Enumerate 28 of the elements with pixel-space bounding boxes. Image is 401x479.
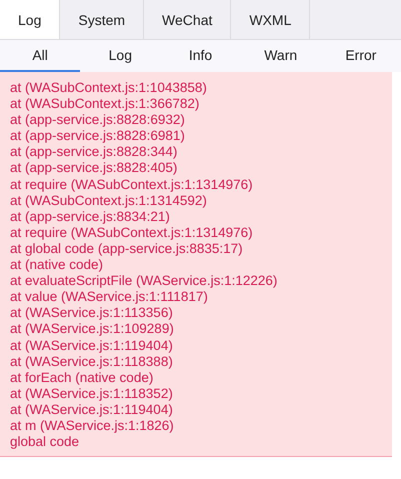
log-line: at m (WAService.js:1:1826) (10, 418, 175, 434)
filter-tab[interactable]: Error (320, 40, 401, 72)
log-line: at (app-service.js:8834:21) (10, 208, 171, 225)
log-line: at (WASubContext.js:1:1314592) (10, 192, 208, 209)
log-line: global code (10, 434, 80, 450)
filter-tab[interactable]: Log (80, 40, 160, 72)
log-line: at value (WAService.js:1:111817) (10, 289, 209, 306)
log-line: at (WAService.js:1:109289) (10, 321, 175, 338)
log-line: at forEach (native code) (10, 370, 154, 386)
log-line: at (WAService.js:1:118388) (10, 354, 174, 370)
log-line: at (app-service.js:8828:344) (10, 144, 178, 160)
log-line: at global code (app-service.js:8835:17) (10, 240, 244, 258)
log-line: at (WAService.js:1:119404) (10, 402, 174, 418)
filter-tab[interactable]: Info (160, 40, 241, 72)
log-line: at (app-service.js:8828:6981) (10, 128, 186, 144)
log-line: at (app-service.js:8828:405) (10, 160, 178, 177)
log-line: at (app-service.js:8828:6932) (10, 112, 186, 128)
filter-tab[interactable]: Warn (240, 40, 321, 72)
log-line: at require (WASubContext.js:1:1314976) (10, 176, 254, 193)
log-line: at (WASubContext.js:1:366782) (10, 96, 200, 112)
log-line: at (WASubContext.js:1:1043858) (10, 80, 208, 96)
log-line: at (WAService.js:1:119404) (10, 338, 174, 354)
tab[interactable]: Log (0, 0, 60, 39)
log-line: at (native code) (10, 257, 104, 274)
log-line: at (WAService.js:1:118352) (10, 386, 174, 402)
log-line: at require (WASubContext.js:1:1314976) (10, 224, 254, 241)
log-line: at evaluateScriptFile (WAService.js:1:12226) (10, 273, 278, 290)
log-line: at (WAService.js:1:113356) (10, 305, 174, 322)
